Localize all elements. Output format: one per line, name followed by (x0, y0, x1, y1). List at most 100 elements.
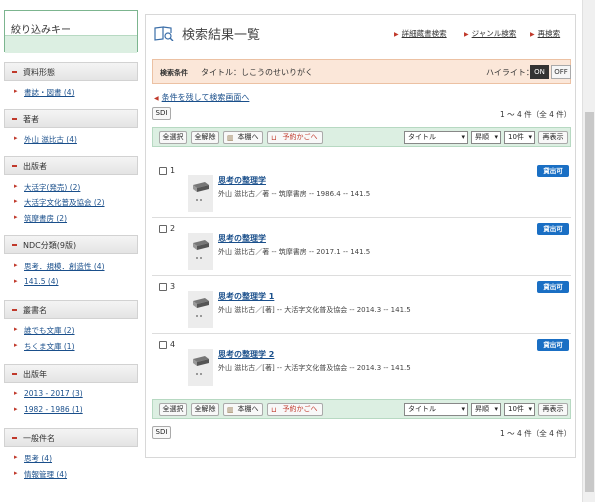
collapse-icon (12, 309, 17, 311)
bookshelf-button[interactable]: ▥ 本棚へ (223, 403, 263, 416)
book-thumbnail (188, 233, 213, 270)
arrow-left-icon: ◀ (154, 95, 159, 102)
chevron-down-icon: ▾ (461, 405, 465, 413)
record-details: 外山 滋比古／著 -- 筑摩書房 -- 1986.4 -- 141.5 (218, 190, 371, 198)
book-search-icon (154, 26, 174, 41)
condition-value: タイトル：しこうのせいりがく (201, 68, 313, 77)
clear-all-button[interactable]: 全解除 (191, 131, 219, 144)
scrollbar-thumb[interactable] (585, 112, 594, 492)
arrow-right-icon: ▸ (14, 182, 18, 190)
facet-section-publisher[interactable]: 出版者 (4, 156, 138, 175)
facet-section-title: 一般件名 (23, 434, 55, 443)
sort-field-select[interactable]: タイトル ▾ (404, 403, 468, 416)
facet-section-subject[interactable]: 一般件名 (4, 428, 138, 447)
advanced-search-link[interactable]: ▶ 詳細蔵書検索 (394, 28, 447, 39)
collapse-icon (12, 437, 17, 439)
basket-icon: ⊔ (271, 406, 277, 414)
bookshelf-icon: ▥ (227, 406, 234, 414)
results-toolbar-bottom: 全選択 全解除 ▥ 本棚へ ⊔ 予約かごへ タイトル ▾ 昇順 ▾ 10件 ▾ 再表示 (152, 399, 571, 419)
sidebar: 絞り込みキー 資料形態 ▸ 書誌・図書 (4) 著者 ▸ 外山 滋比古 (4) 出版… (4, 10, 138, 494)
availability-badge[interactable]: 貸出可 (537, 165, 569, 177)
chevron-down-icon: ▾ (528, 133, 532, 141)
book-icon (193, 298, 209, 317)
redisplay-button[interactable]: 再表示 (538, 131, 568, 144)
sdi-button[interactable]: SDI (152, 107, 171, 120)
availability-badge[interactable]: 貸出可 (537, 223, 569, 235)
facet-section-ndc[interactable]: NDC分類(9版) (4, 235, 138, 254)
per-page-select[interactable]: 10件 ▾ (504, 131, 535, 144)
sidebar-header-bar (5, 35, 137, 53)
chevron-down-icon: ▾ (494, 405, 498, 413)
record-row: 4 貸出可 思考の整理学 2 外山 滋比古／[著] -- 大活字文化普及協会 -… (152, 334, 571, 392)
page-title: 検索結果一覧 (182, 28, 261, 43)
bookshelf-button[interactable]: ▥ 本棚へ (223, 131, 263, 144)
collapse-icon (12, 373, 17, 375)
facet-section-title: 叢書名 (23, 306, 47, 315)
reserve-basket-button[interactable]: ⊔ 予約かごへ (267, 403, 323, 416)
collapse-icon (12, 165, 17, 167)
sidebar-title: 絞り込みキー (11, 25, 71, 36)
arrow-right-icon: ▸ (14, 405, 18, 413)
record-checkbox[interactable] (159, 167, 167, 175)
clear-all-button[interactable]: 全解除 (191, 403, 219, 416)
record-row: 2 貸出可 思考の整理学 外山 滋比古／著 -- 筑摩書房 -- 2017.1 … (152, 218, 571, 276)
collapse-icon (12, 71, 17, 73)
highlight-off-button[interactable]: OFF (551, 65, 571, 79)
record-title-link[interactable]: 思考の整理学 1 (218, 291, 274, 302)
arrow-right-icon: ▸ (14, 213, 18, 221)
result-count-bottom: 1 ～ 4 件（全 4 件） (500, 429, 572, 438)
record-title-link[interactable]: 思考の整理学 (218, 233, 266, 244)
arrow-right-icon: ▸ (14, 87, 18, 95)
record-title-link[interactable]: 思考の整理学 2 (218, 349, 274, 360)
facet-section-title: NDC分類(9版) (23, 241, 77, 250)
book-icon (193, 356, 209, 375)
reserve-basket-button[interactable]: ⊔ 予約かごへ (267, 131, 323, 144)
keep-conditions-link[interactable]: ◀ 条件を残して検索画面へ (154, 92, 249, 103)
redisplay-button[interactable]: 再表示 (538, 403, 568, 416)
facet-section-title: 資料形態 (23, 68, 55, 77)
record-row: 3 貸出可 思考の整理学 1 外山 滋比古／[著] -- 大活字文化普及協会 -… (152, 276, 571, 334)
availability-badge[interactable]: 貸出可 (537, 281, 569, 293)
select-all-button[interactable]: 全選択 (159, 403, 187, 416)
book-thumbnail (188, 291, 213, 328)
per-page-select[interactable]: 10件 ▾ (504, 403, 535, 416)
collapse-icon (12, 118, 17, 120)
arrow-right-icon: ▶ (464, 31, 469, 38)
record-checkbox[interactable] (159, 341, 167, 349)
record-checkbox[interactable] (159, 225, 167, 233)
page-scrollbar[interactable] (582, 0, 595, 502)
facet-section-author[interactable]: 著者 (4, 109, 138, 128)
availability-badge[interactable]: 貸出可 (537, 339, 569, 351)
arrow-right-icon: ▸ (14, 341, 18, 349)
record-title-link[interactable]: 思考の整理学 (218, 175, 266, 186)
record-number: 2 (170, 224, 176, 233)
record-number: 4 (170, 340, 176, 349)
arrow-right-icon: ▸ (14, 134, 18, 142)
facet-section-series[interactable]: 叢書名 (4, 300, 138, 319)
select-all-button[interactable]: 全選択 (159, 131, 187, 144)
record-checkbox[interactable] (159, 283, 167, 291)
facet-section-material-type[interactable]: 資料形態 (4, 62, 138, 81)
highlight-on-button[interactable]: ON (530, 65, 549, 79)
sort-field-select[interactable]: タイトル ▾ (404, 131, 468, 144)
results-panel: 検索結果一覧 ▶ 詳細蔵書検索 ▶ ジャンル検索 ▶ 再検索 検索条件 タイトル：しこ… (145, 14, 576, 458)
record-number: 3 (170, 282, 176, 291)
collapse-icon (12, 244, 17, 246)
sort-order-select[interactable]: 昇順 ▾ (471, 131, 501, 144)
facet-section-title: 著者 (23, 115, 39, 124)
arrow-right-icon: ▸ (14, 261, 18, 269)
genre-search-link[interactable]: ▶ ジャンル検索 (464, 28, 516, 39)
record-details: 外山 滋比古／著 -- 筑摩書房 -- 2017.1 -- 141.5 (218, 248, 371, 256)
book-thumbnail (188, 349, 213, 386)
sdi-button-bottom[interactable]: SDI (152, 426, 171, 439)
record-details: 外山 滋比古／[著] -- 大活字文化普及協会 -- 2014.3 -- 141… (218, 306, 411, 314)
arrow-right-icon: ▸ (14, 197, 18, 205)
facet-section-pub-year[interactable]: 出版年 (4, 364, 138, 383)
basket-icon: ⊔ (271, 134, 277, 142)
sort-order-select[interactable]: 昇順 ▾ (471, 403, 501, 416)
arrow-right-icon: ▸ (14, 453, 18, 461)
research-link[interactable]: ▶ 再検索 (530, 28, 560, 39)
record-number: 1 (170, 166, 176, 175)
result-count: 1 ～ 4 件（全 4 件） (500, 110, 572, 119)
search-condition-box: 検索条件 タイトル：しこうのせいりがく ハイライト： ON OFF (152, 59, 571, 84)
